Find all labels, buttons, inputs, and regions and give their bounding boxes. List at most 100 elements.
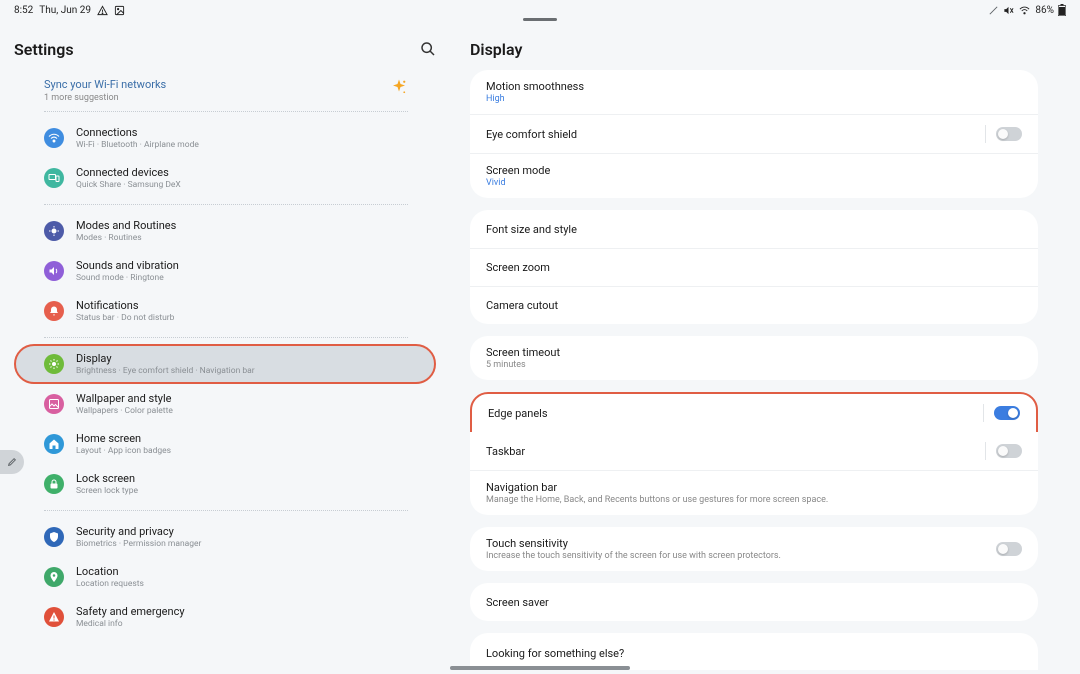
- sidebar-item-sounds-and-vibration[interactable]: Sounds and vibration Sound mode · Ringto…: [14, 251, 436, 291]
- home-icon: [44, 434, 64, 454]
- sidebar-item-sub: Quick Share · Samsung DeX: [76, 180, 181, 190]
- sidebar-item-title: Home screen: [76, 432, 171, 445]
- wallpaper-icon: [44, 394, 64, 414]
- sidebar-item-sub: Layout · App icon badges: [76, 446, 171, 456]
- toggle-switch[interactable]: [994, 406, 1020, 420]
- sidebar-item-title: Connected devices: [76, 166, 181, 179]
- setting-row-touch-sensitivity[interactable]: Touch sensitivityIncrease the touch sens…: [470, 527, 1038, 571]
- sidebar-item-modes-and-routines[interactable]: Modes and Routines Modes · Routines: [14, 211, 436, 251]
- setting-row-screen-mode[interactable]: Screen modeVivid: [470, 153, 1038, 198]
- sidebar-item-sub: Biometrics · Permission manager: [76, 539, 201, 549]
- separator: [985, 442, 986, 460]
- settings-card: Screen saver: [470, 583, 1038, 621]
- sound-icon: [44, 261, 64, 281]
- divider: [44, 204, 408, 205]
- sidebar-item-sub: Location requests: [76, 579, 144, 589]
- settings-card: Font size and style Screen zoomCamera cut…: [470, 210, 1038, 324]
- setting-row-taskbar[interactable]: Taskbar: [470, 432, 1038, 470]
- pen-icon: [988, 5, 999, 16]
- setting-sub: 5 minutes: [486, 360, 560, 370]
- modes-icon: [44, 221, 64, 241]
- settings-card: Edge panels: [470, 392, 1038, 434]
- sidebar-item-connections[interactable]: Connections Wi-Fi · Bluetooth · Airplane…: [14, 118, 436, 158]
- sidebar-item-sub: Wallpapers · Color palette: [76, 406, 173, 416]
- sidebar-item-display[interactable]: Display Brightness · Eye comfort shield …: [14, 344, 436, 384]
- sidebar-item-title: Safety and emergency: [76, 605, 185, 618]
- looking-for-title: Looking for something else?: [486, 647, 1022, 660]
- sidebar-item-safety-and-emergency[interactable]: Safety and emergency Medical info: [14, 597, 436, 637]
- setting-title: Screen timeout: [486, 346, 560, 359]
- setting-row-motion-smoothness[interactable]: Motion smoothnessHigh: [470, 70, 1038, 114]
- sidebar-item-title: Lock screen: [76, 472, 138, 485]
- settings-title: Settings: [14, 40, 74, 59]
- setting-title: Motion smoothness: [486, 80, 584, 93]
- sidebar-item-title: Security and privacy: [76, 525, 201, 538]
- sidebar-item-wallpaper-and-style[interactable]: Wallpaper and style Wallpapers · Color p…: [14, 384, 436, 424]
- setting-sub: Vivid: [486, 178, 550, 188]
- alert-icon: [44, 607, 64, 627]
- settings-card: Screen timeout5 minutes: [470, 336, 1038, 380]
- devices-icon: [44, 168, 64, 188]
- setting-title: Taskbar: [486, 445, 525, 458]
- edge-panel-handle[interactable]: [0, 450, 24, 474]
- setting-row-font-size-and-style[interactable]: Font size and style: [470, 210, 1038, 248]
- divider: [44, 510, 408, 511]
- bell-icon: [44, 301, 64, 321]
- image-icon: [114, 5, 125, 16]
- sparkle-icon: [390, 78, 408, 96]
- mute-icon: [1003, 5, 1014, 16]
- looking-for-card: Looking for something else? Side keyLang…: [470, 633, 1038, 670]
- status-time: 8:52: [14, 5, 33, 16]
- setting-row-screen-zoom[interactable]: Screen zoom: [470, 248, 1038, 286]
- search-icon[interactable]: [420, 41, 436, 57]
- toggle-switch[interactable]: [996, 444, 1022, 458]
- sidebar-item-home-screen[interactable]: Home screen Layout · App icon badges: [14, 424, 436, 464]
- setting-row-screen-timeout[interactable]: Screen timeout5 minutes: [470, 336, 1038, 380]
- setting-row-screen-saver[interactable]: Screen saver: [470, 583, 1038, 621]
- sidebar-item-lock-screen[interactable]: Lock screen Screen lock type: [14, 464, 436, 504]
- sidebar-item-sub: Status bar · Do not disturb: [76, 313, 174, 323]
- setting-row-navigation-bar[interactable]: Navigation barManage the Home, Back, and…: [470, 470, 1038, 515]
- setting-row-eye-comfort-shield[interactable]: Eye comfort shield: [470, 114, 1038, 153]
- separator: [983, 404, 984, 422]
- status-bar: 8:52 Thu, Jun 29 86%: [0, 0, 1080, 20]
- lock-icon: [44, 474, 64, 494]
- display-panel: Display Motion smoothnessHighEye comfort…: [450, 20, 1080, 670]
- suggestion-sub: 1 more suggestion: [44, 93, 408, 103]
- setting-title: Screen saver: [486, 596, 549, 609]
- divider: [44, 337, 408, 338]
- wifi-icon: [44, 128, 64, 148]
- separator: [985, 125, 986, 143]
- sidebar-item-sub: Sound mode · Ringtone: [76, 273, 179, 283]
- sidebar-item-title: Display: [76, 352, 255, 365]
- sidebar-item-sub: Modes · Routines: [76, 233, 176, 243]
- sidebar-item-security-and-privacy[interactable]: Security and privacy Biometrics · Permis…: [14, 517, 436, 557]
- battery-icon: [1058, 4, 1066, 16]
- sidebar-item-title: Connections: [76, 126, 199, 139]
- setting-sub: High: [486, 94, 584, 104]
- sidebar-item-title: Location: [76, 565, 144, 578]
- sidebar-item-connected-devices[interactable]: Connected devices Quick Share · Samsung …: [14, 158, 436, 198]
- divider: [44, 111, 408, 112]
- sidebar-item-location[interactable]: Location Location requests: [14, 557, 436, 597]
- settings-card: Taskbar Navigation barManage the Home, Ba…: [470, 432, 1038, 515]
- setting-row-edge-panels[interactable]: Edge panels: [472, 394, 1036, 432]
- toggle-switch[interactable]: [996, 542, 1022, 556]
- setting-row-camera-cutout[interactable]: Camera cutout: [470, 286, 1038, 324]
- drag-handle[interactable]: [523, 18, 557, 21]
- setting-sub: Manage the Home, Back, and Recents butto…: [486, 495, 828, 505]
- setting-title: Touch sensitivity: [486, 537, 781, 550]
- warning-icon: [97, 5, 108, 16]
- network-suggestion[interactable]: Sync your Wi-Fi networks 1 more suggesti…: [44, 78, 408, 103]
- nav-bar-handle[interactable]: [450, 666, 630, 670]
- display-title: Display: [470, 40, 522, 59]
- setting-title: Screen mode: [486, 164, 550, 177]
- suggestion-title: Sync your Wi-Fi networks: [44, 78, 408, 91]
- toggle-switch[interactable]: [996, 127, 1022, 141]
- setting-title: Edge panels: [488, 407, 548, 420]
- pin-icon: [44, 567, 64, 587]
- setting-title: Font size and style: [486, 223, 577, 236]
- sidebar-item-notifications[interactable]: Notifications Status bar · Do not distur…: [14, 291, 436, 331]
- sidebar-item-title: Sounds and vibration: [76, 259, 179, 272]
- sidebar-item-sub: Medical info: [76, 619, 185, 629]
